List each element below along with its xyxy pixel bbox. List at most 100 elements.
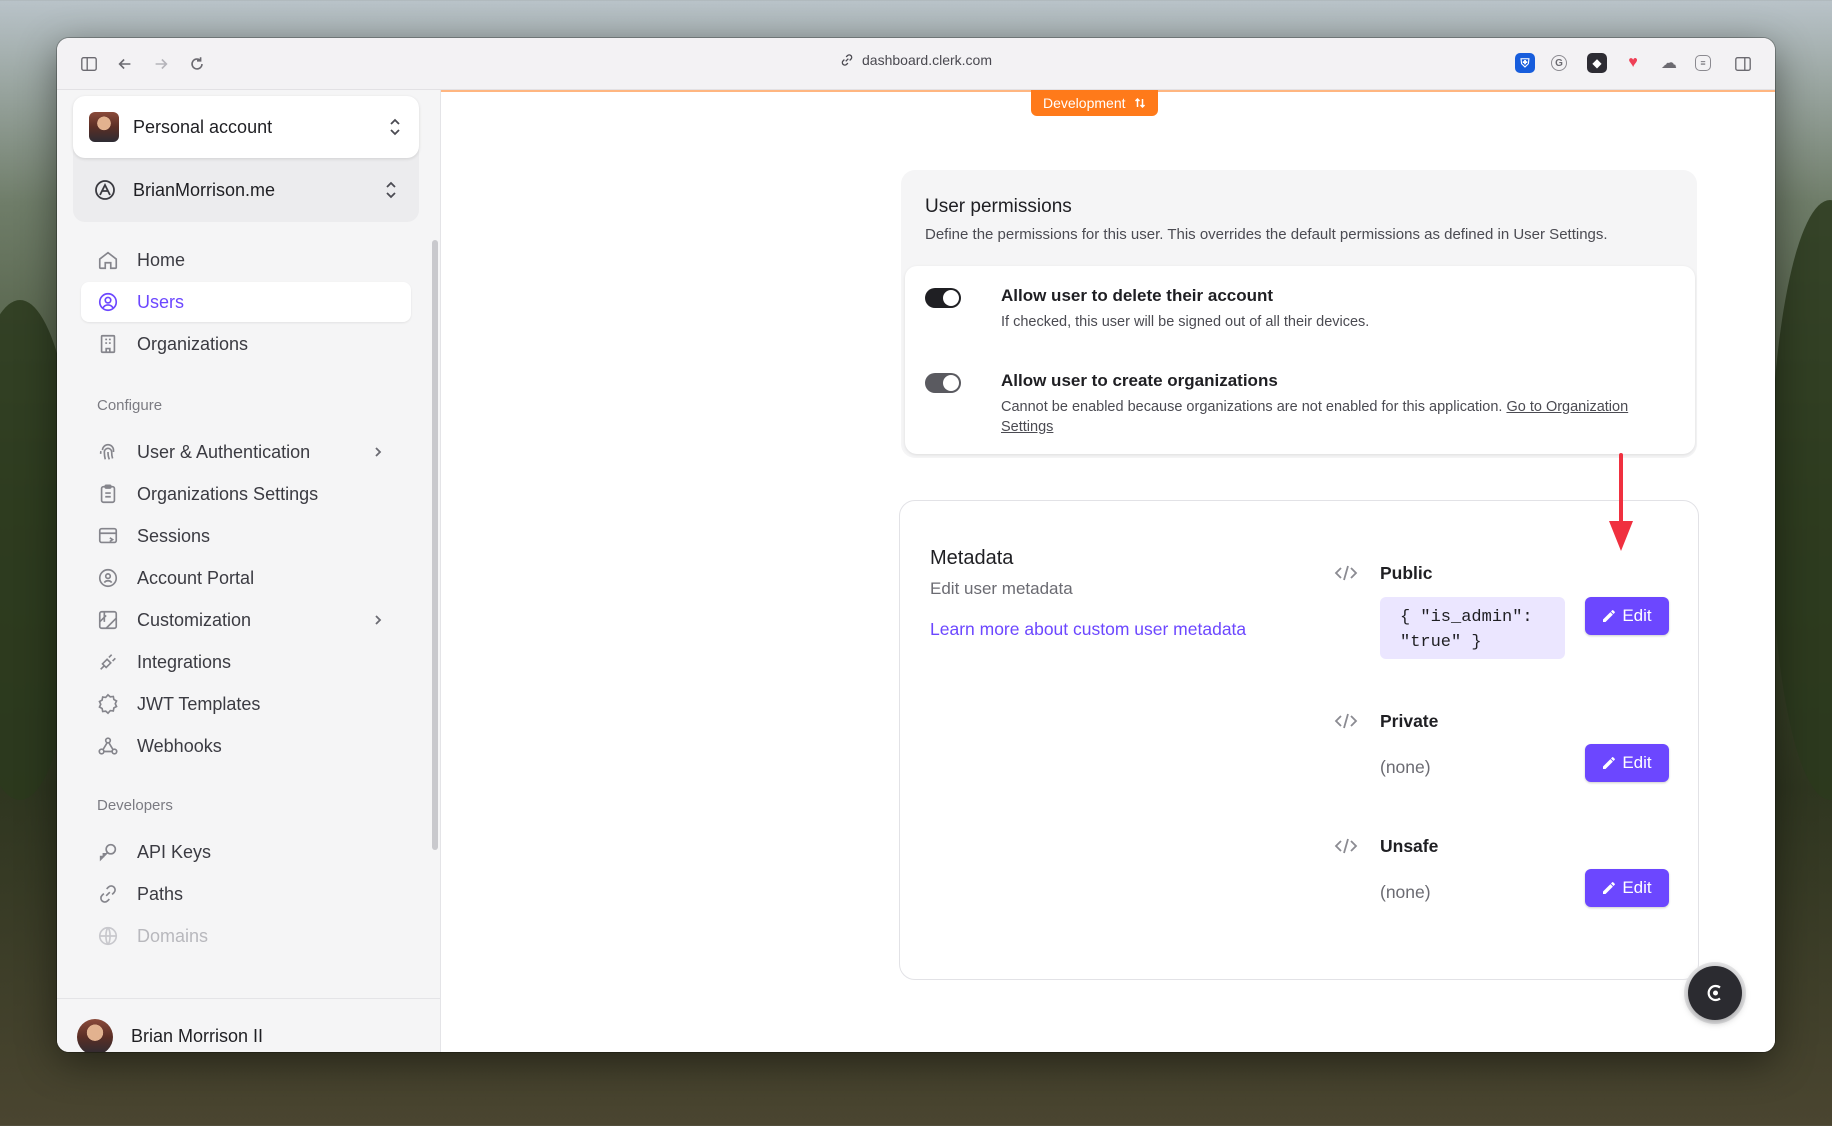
app-logo-icon [95, 180, 115, 200]
grammarly-icon[interactable]: G [1551, 55, 1567, 71]
sidebar-item-organizations[interactable]: Organizations [81, 324, 411, 364]
permissions-title: User permissions [925, 196, 1072, 217]
metadata-card: Metadata Edit user metadata Learn more a… [899, 500, 1699, 980]
app-switcher[interactable]: BrianMorrison.me [73, 158, 419, 222]
permission-description: Cannot be enabled because organizations … [1001, 397, 1681, 437]
learn-more-metadata-link[interactable]: Learn more about custom user metadata [930, 619, 1246, 640]
chevron-up-down-icon [390, 118, 400, 136]
sidebar-item-user-authentication[interactable]: User & Authentication [81, 432, 411, 472]
section-label-configure: Configure [97, 397, 163, 414]
pencil-icon [1603, 882, 1616, 894]
portal-icon [98, 568, 118, 588]
sidebar-item-account-portal[interactable]: Account Portal [81, 558, 411, 598]
key-icon [99, 843, 117, 862]
session-window-icon [98, 527, 118, 544]
globe-icon [98, 926, 118, 946]
app-label: BrianMorrison.me [133, 179, 276, 200]
delete-account-toggle[interactable] [925, 288, 961, 308]
sidebar: Personal account BrianMorrison.me Home U… [57, 90, 441, 1052]
metadata-subtitle: Edit user metadata [930, 579, 1073, 598]
user-circle-icon [98, 292, 118, 312]
sidebar-item-label: Domains [137, 925, 209, 946]
user-menu[interactable]: Brian Morrison II [57, 998, 441, 1052]
edit-label: Edit [1622, 878, 1652, 897]
sidebar-item-domains[interactable]: Domains [81, 916, 411, 956]
help-button[interactable] [1688, 966, 1742, 1020]
url-text: dashboard.clerk.com [862, 52, 992, 68]
pencil-icon [1603, 610, 1616, 622]
sidebar-item-webhooks[interactable]: Webhooks [81, 726, 411, 766]
sidebar-item-api-keys[interactable]: API Keys [81, 832, 411, 872]
forward-icon[interactable] [149, 52, 173, 76]
sidebar-item-label: JWT Templates [137, 693, 261, 714]
edit-label: Edit [1622, 753, 1652, 772]
sidebar-item-organizations-settings[interactable]: Organizations Settings [81, 474, 411, 514]
sidebar-item-home[interactable]: Home [81, 240, 411, 280]
public-metadata-label: Public [1380, 563, 1433, 583]
sidebar-item-users[interactable]: Users [81, 282, 411, 322]
metadata-title: Metadata [930, 547, 1014, 569]
swap-icon [1134, 97, 1145, 109]
create-organizations-toggle[interactable] [925, 373, 961, 393]
reload-icon[interactable] [185, 52, 209, 76]
palette-icon [98, 610, 118, 630]
sidebar-item-label: Home [137, 249, 186, 270]
permissions-subtitle: Define the permissions for this user. Th… [925, 226, 1608, 243]
pocket-icon[interactable]: ♥ [1623, 53, 1643, 73]
fingerprint-icon [99, 443, 115, 460]
notes-icon[interactable]: ≡ [1695, 55, 1711, 71]
user-name: Brian Morrison II [131, 1026, 264, 1046]
sidebar-item-integrations[interactable]: Integrations [81, 642, 411, 682]
sidebar-item-label: User & Authentication [137, 441, 311, 462]
permission-description: If checked, this user will be signed out… [1001, 314, 1370, 330]
edit-label: Edit [1622, 606, 1652, 625]
address-bar[interactable]: dashboard.clerk.com [840, 52, 992, 68]
main-content: Development User permissions Define the … [441, 90, 1775, 1052]
sidebar-toggle-icon[interactable] [77, 52, 101, 76]
sidebar-item-paths[interactable]: Paths [81, 874, 411, 914]
unsafe-metadata-label: Unsafe [1380, 836, 1439, 856]
account-label: Personal account [133, 116, 273, 137]
private-metadata-value: (none) [1380, 757, 1431, 777]
sidebar-scrollbar[interactable] [432, 240, 438, 850]
sidebar-item-customization[interactable]: Customization [81, 600, 411, 640]
edit-private-metadata-button[interactable]: Edit [1585, 744, 1669, 782]
sidebar-item-label: Organizations Settings [137, 483, 319, 504]
avatar [89, 112, 119, 142]
sidebar-item-label: API Keys [137, 841, 212, 862]
permission-label: Allow user to delete their account [1001, 286, 1274, 305]
annotation-arrow-icon [1609, 453, 1633, 551]
sidebar-item-label: Webhooks [137, 735, 222, 756]
back-icon[interactable] [113, 52, 137, 76]
sidebar-item-sessions[interactable]: Sessions [81, 516, 411, 556]
cloud-icon[interactable]: ☁ [1659, 53, 1679, 73]
pencil-icon [1603, 757, 1616, 769]
extension-icon[interactable]: ◆ [1587, 53, 1607, 73]
public-metadata-line: { "is_admin": [1400, 608, 1533, 627]
permission-description-text: Cannot be enabled because organizations … [1001, 399, 1503, 415]
unsafe-metadata-value: (none) [1380, 882, 1431, 902]
split-view-icon[interactable] [1731, 52, 1755, 76]
sidebar-item-jwt-templates[interactable]: JWT Templates [81, 684, 411, 724]
sidebar-item-label: Customization [137, 609, 252, 630]
user-permissions-card: User permissions Define the permissions … [901, 170, 1697, 458]
private-metadata-label: Private [1380, 711, 1439, 731]
badge-icon [98, 693, 118, 715]
code-icon [1334, 713, 1358, 729]
building-icon [100, 334, 116, 354]
code-icon [1334, 838, 1358, 854]
link-icon [100, 885, 116, 903]
chevron-right-icon [375, 447, 382, 457]
plug-icon [100, 654, 116, 670]
environment-label: Development [1043, 95, 1126, 111]
edit-unsafe-metadata-button[interactable]: Edit [1585, 869, 1669, 907]
background-tree [1770, 200, 1832, 800]
edit-public-metadata-button[interactable]: Edit [1585, 597, 1669, 635]
account-card: Personal account BrianMorrison.me [73, 96, 419, 222]
account-switcher[interactable]: Personal account [73, 96, 419, 158]
bitwarden-icon[interactable]: ⛨ [1515, 53, 1535, 73]
environment-badge[interactable]: Development [1031, 90, 1158, 116]
webhook-icon [98, 737, 118, 755]
sidebar-item-label: Users [137, 291, 185, 312]
clerk-logo-icon [1707, 984, 1721, 1002]
